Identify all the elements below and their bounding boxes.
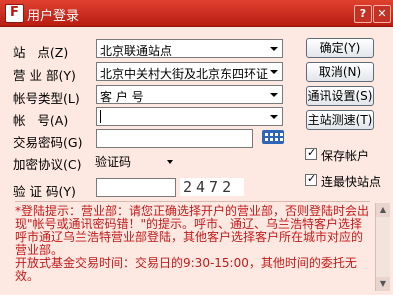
account-type-value: 客 户 号 [100,90,144,104]
notice-scrollbar[interactable]: ▲ ▼ [375,203,390,291]
captcha-label: 验 证 码(Y) [13,184,76,199]
password-input[interactable] [96,129,253,148]
account-input[interactable] [96,107,283,126]
keyboard-icon[interactable] [262,130,284,144]
save-account-label: 保存帐户 [321,149,370,163]
scroll-up-icon[interactable]: ▲ [376,203,390,217]
branch-select[interactable]: 北京中关村大街及北京东四环证 [96,62,283,81]
branch-label: 营 业 部(Y) [13,68,76,83]
speed-test-button[interactable]: 主站测速(T) [306,110,374,130]
branch-value: 北京中关村大街及北京东四环证 [100,67,268,81]
fastest-station-checkbox[interactable]: ✓ [305,172,317,186]
encrypt-select[interactable]: 验证码 [92,151,180,171]
save-account-checkbox[interactable]: ✓ [305,146,317,160]
chevron-down-icon [270,115,278,119]
text-caret [100,110,101,123]
cancel-button[interactable]: 取消(N) [306,62,374,82]
captcha-input[interactable] [96,178,176,197]
chevron-down-icon [270,47,278,51]
captcha-image[interactable]: 2472 [180,178,244,196]
scroll-down-icon[interactable]: ▼ [376,277,390,291]
encrypt-value: 验证码 [95,155,132,169]
chevron-down-icon [167,160,173,164]
station-select[interactable]: 北京联通站点 [96,39,283,58]
account-type-select[interactable]: 客 户 号 [96,85,283,104]
station-value: 北京联通站点 [100,44,173,58]
chevron-down-icon [270,93,278,97]
window-title: 用户登录 [27,9,80,24]
chevron-down-icon [270,70,278,74]
password-label: 交易密码(G) [13,135,83,150]
fastest-station-label: 连最快站点 [321,175,382,189]
account-type-label: 帐号类型(L) [13,91,80,106]
ok-button[interactable]: 确定(Y) [306,38,374,58]
help-button[interactable]: ? [354,5,372,23]
app-logo-icon: F [5,4,24,23]
close-button[interactable]: ✕ [373,5,391,23]
login-notice: *登陆提示：营业部：请您正确选择开户的营业部，否则登陆时会出现"帐号或通讯密码错… [15,201,370,295]
station-label: 站 点(Z) [13,45,69,60]
check-icon: ✓ [307,172,317,185]
comm-settings-button[interactable]: 通讯设置(S) [306,86,374,106]
check-icon: ✓ [307,146,317,159]
title-bar: F 用户登录 ? ✕ [0,0,393,27]
account-label: 帐 号(A) [13,113,69,128]
captcha-text: 2472 [183,178,236,196]
encrypt-label: 加密协议(C) [13,157,82,172]
login-window: F 用户登录 ? ✕ 站 点(Z) 北京联通站点 营 业 部(Y) 北京中关村大… [0,0,393,294]
